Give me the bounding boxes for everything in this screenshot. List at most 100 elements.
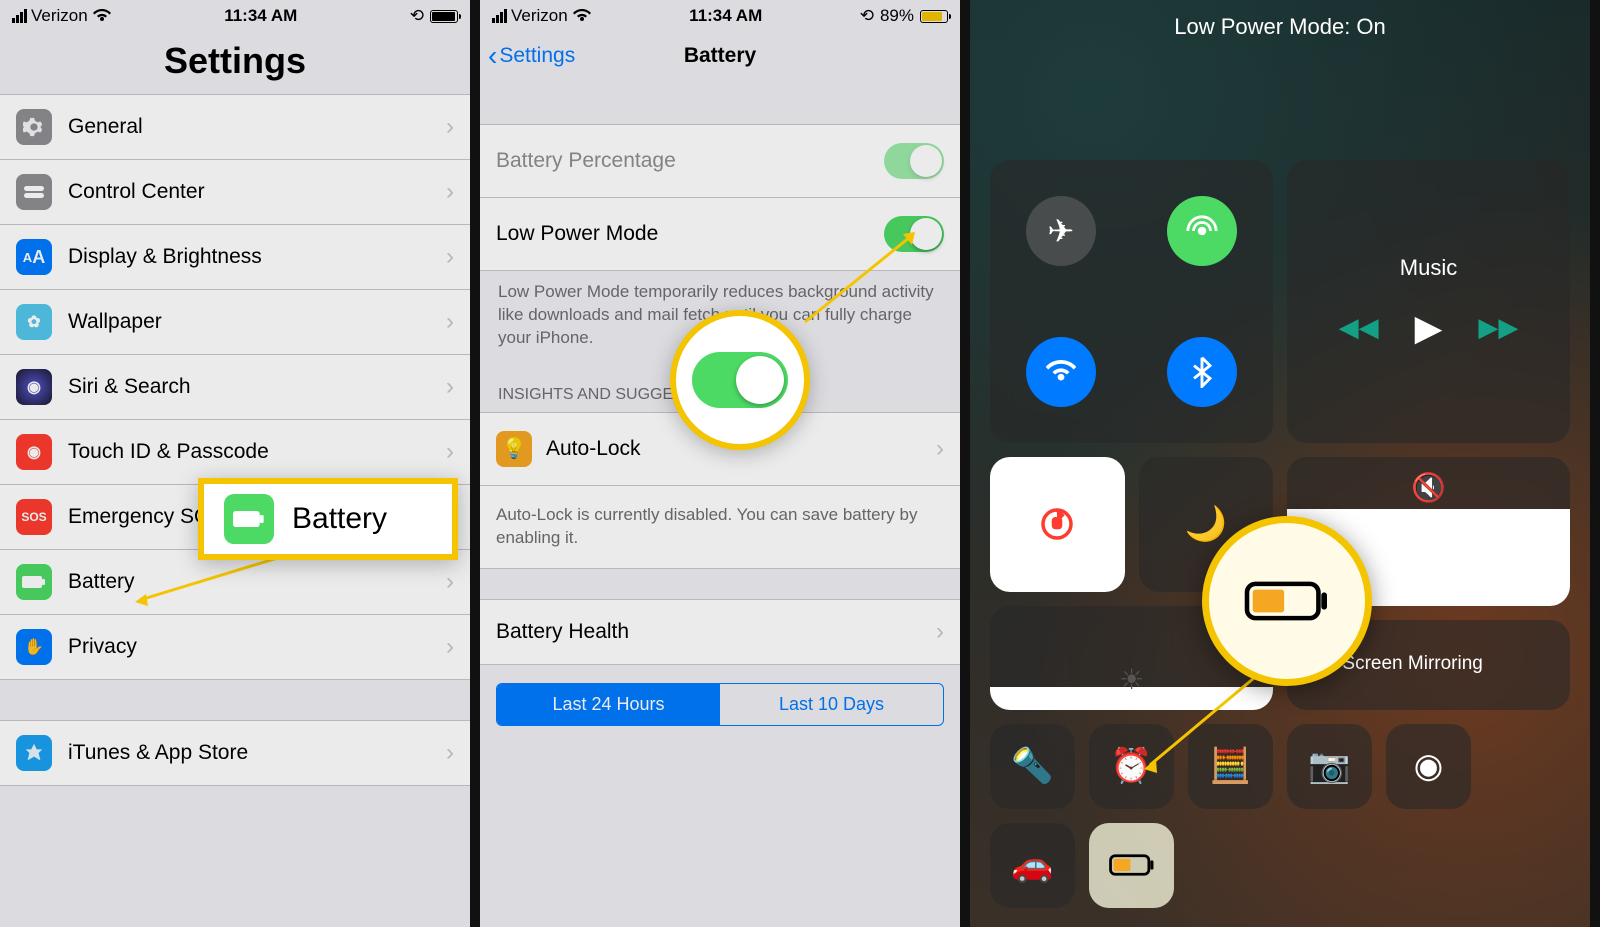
wifi-cc-icon [1026, 337, 1096, 407]
signal-bars-icon [492, 9, 507, 23]
orientation-lock-button[interactable] [990, 457, 1125, 592]
low-power-battery-icon [1109, 854, 1155, 876]
chevron-right-icon: › [446, 633, 454, 661]
chevron-right-icon: › [936, 618, 944, 646]
battery-callout-icon [224, 494, 274, 544]
hand-icon: ✋ [16, 629, 52, 665]
seg-10d[interactable]: Last 10 Days [720, 684, 943, 725]
wifi-icon [92, 9, 112, 23]
settings-row-general[interactable]: General› [0, 95, 470, 160]
flower-icon: ✿ [16, 304, 52, 340]
settings-row-privacy[interactable]: ✋Privacy› [0, 615, 470, 679]
timer-button[interactable]: ⏰ [1089, 724, 1174, 809]
back-button[interactable]: ‹Settings [488, 40, 575, 72]
screen-record-button[interactable]: ◉ [1386, 724, 1471, 809]
toggles-icon [16, 174, 52, 210]
record-icon: ◉ [1414, 746, 1444, 786]
battery-pct-label: 89% [880, 6, 914, 26]
auto-lock-footer-row: Auto-Lock is currently disabled. You can… [480, 486, 960, 568]
chevron-right-icon: › [446, 113, 454, 141]
callout-battery-box: Battery [198, 478, 458, 560]
carrier-label: Verizon [511, 6, 568, 26]
rotation-lock-icon: ⟲ [860, 6, 874, 26]
wifi-icon [572, 9, 592, 23]
settings-row-itunes[interactable]: iTunes & App Store› [0, 721, 470, 785]
car-icon: 🚗 [1011, 845, 1053, 885]
flashlight-button[interactable]: 🔦 [990, 724, 1075, 809]
carrier-label: Verizon [31, 6, 88, 26]
chevron-right-icon: › [446, 308, 454, 336]
settings-row-wallpaper[interactable]: ✿Wallpaper› [0, 290, 470, 355]
battery-icon [920, 10, 948, 23]
bluetooth-icon [1167, 337, 1237, 407]
signal-bars-icon [12, 9, 27, 23]
wifi-button[interactable] [990, 302, 1132, 444]
siri-icon: ◉ [16, 369, 52, 405]
calculator-icon: 🧮 [1209, 746, 1251, 786]
toggle-switch[interactable] [884, 216, 944, 252]
brightness-icon: ☀ [1119, 663, 1144, 696]
alarm-icon: ⏰ [1110, 746, 1152, 786]
settings-row-display[interactable]: AADisplay & Brightness› [0, 225, 470, 290]
toggle-switch[interactable] [884, 143, 944, 179]
nav-bar: ‹Settings Battery [480, 28, 960, 84]
settings-row-siri[interactable]: ◉Siri & Search› [0, 355, 470, 420]
prev-track-icon[interactable]: ◀◀ [1339, 312, 1379, 343]
battery-percentage-row[interactable]: Battery Percentage [480, 125, 960, 198]
music-title: Music [1400, 255, 1457, 281]
camera-button[interactable]: 📷 [1287, 724, 1372, 809]
play-icon[interactable]: ▶ [1415, 307, 1443, 349]
settings-group: General› Control Center› AADisplay & Bri… [0, 94, 470, 680]
airplane-icon: ✈ [1026, 196, 1096, 266]
seg-24h[interactable]: Last 24 Hours [497, 684, 720, 725]
chevron-right-icon: › [936, 435, 944, 463]
airplane-button[interactable]: ✈ [990, 160, 1132, 302]
clock-label: 11:34 AM [224, 6, 297, 26]
camera-icon: 📷 [1308, 746, 1350, 786]
gear-icon [16, 109, 52, 145]
settings-group: iTunes & App Store› [0, 720, 470, 786]
battery-panel: Verizon 11:34 AM ⟲ 89% ‹Settings Battery… [480, 0, 970, 927]
bluetooth-button[interactable] [1132, 302, 1274, 444]
low-power-mode-row[interactable]: Low Power Mode [480, 198, 960, 270]
flashlight-icon: 🔦 [1011, 746, 1053, 786]
clock-label: 11:34 AM [689, 6, 762, 26]
callout-low-power-circle [1202, 516, 1372, 686]
nav-title: Battery [684, 44, 756, 68]
health-group: Battery Health› [480, 599, 960, 665]
settings-row-touchid[interactable]: ◉Touch ID & Passcode› [0, 420, 470, 485]
driving-button[interactable]: 🚗 [990, 823, 1075, 908]
sos-icon: SOS [16, 499, 52, 535]
battery-icon [430, 10, 458, 23]
chevron-right-icon: › [446, 373, 454, 401]
battery-row-icon [16, 564, 52, 600]
callout-toggle-circle [670, 310, 810, 450]
fingerprint-icon: ◉ [16, 434, 52, 470]
mirroring-label: Screen Mirroring [1342, 654, 1482, 675]
battery-health-row[interactable]: Battery Health› [480, 600, 960, 664]
settings-panel: Verizon 11:34 AM ⟲ Settings General› Con… [0, 0, 480, 927]
status-bar: Verizon 11:34 AM ⟲ [0, 0, 470, 28]
chevron-right-icon: › [446, 739, 454, 767]
connectivity-tile[interactable]: ✈ [990, 160, 1273, 443]
moon-icon: 🌙 [1185, 504, 1227, 544]
settings-row-control-center[interactable]: Control Center› [0, 160, 470, 225]
appstore-icon [16, 735, 52, 771]
cellular-button[interactable] [1132, 160, 1274, 302]
rotation-lock-icon: ⟲ [410, 6, 424, 26]
chevron-right-icon: › [446, 243, 454, 271]
cellular-icon [1167, 196, 1237, 266]
battery-toggles-group: Battery Percentage Low Power Mode [480, 124, 960, 271]
status-bar: Verizon 11:34 AM ⟲ 89% [480, 0, 960, 28]
music-tile[interactable]: Music ◀◀ ▶ ▶▶ [1287, 160, 1570, 443]
battery-magnified-icon [1244, 581, 1330, 621]
chevron-right-icon: › [446, 178, 454, 206]
page-title: Settings [0, 28, 470, 94]
low-power-cc-button[interactable] [1089, 823, 1174, 908]
mute-icon: 🔇 [1411, 471, 1446, 504]
next-track-icon[interactable]: ▶▶ [1478, 312, 1518, 343]
time-range-segmented[interactable]: Last 24 Hours Last 10 Days [496, 683, 944, 726]
calculator-button[interactable]: 🧮 [1188, 724, 1273, 809]
chevron-right-icon: › [446, 568, 454, 596]
lightbulb-icon: 💡 [496, 431, 532, 467]
